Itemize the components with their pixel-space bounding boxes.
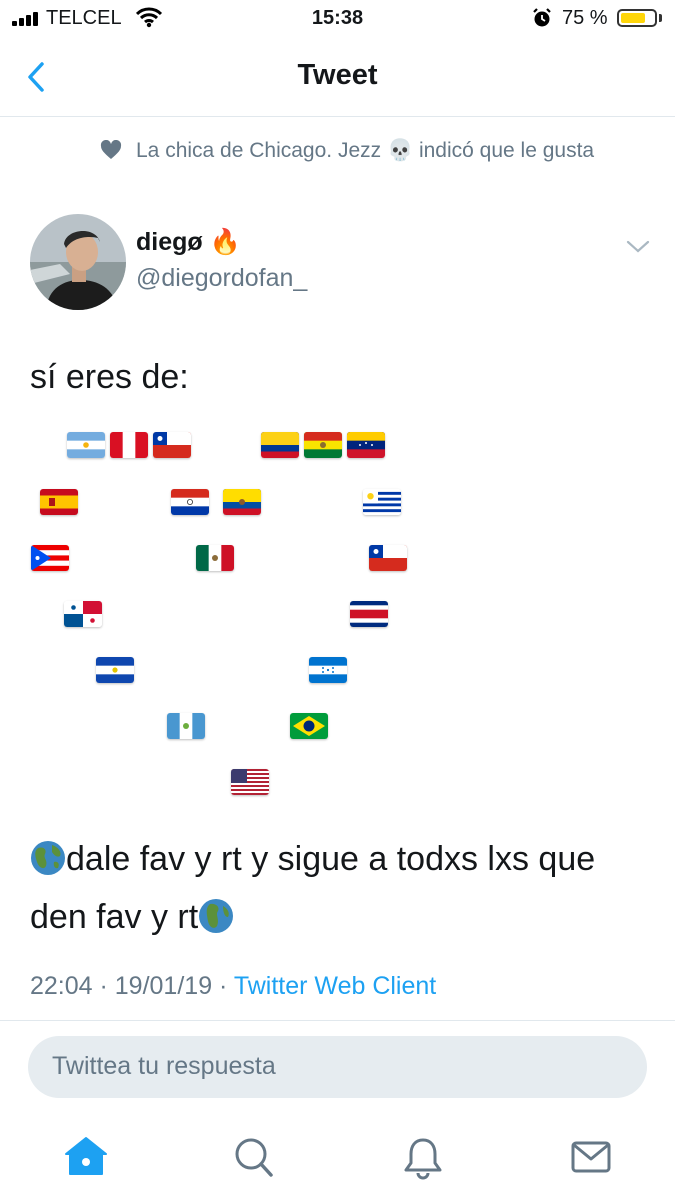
tweet-intro-text: sí eres de: (30, 358, 189, 396)
flag-argentina-icon (67, 432, 105, 458)
messages-icon[interactable] (566, 1132, 616, 1182)
flag-chile-icon (369, 545, 407, 571)
battery-icon (617, 9, 657, 27)
battery-nub (659, 14, 662, 22)
tweet-text-line2: den fav y rt (30, 898, 199, 936)
globe-icon (199, 899, 234, 933)
chevron-down-icon[interactable] (626, 240, 650, 254)
flag-honduras-icon (309, 657, 347, 683)
flag-usa-icon (231, 769, 269, 795)
flag-guatemala-icon (167, 713, 205, 739)
alarm-icon (533, 8, 551, 27)
tweet-text-line1: dale fav y rt y sigue a todxs lxs que (66, 840, 596, 878)
nav-bar: Tweet (0, 40, 675, 117)
author-handle[interactable]: @diegordofan_ (136, 264, 307, 293)
flag-peru-icon (110, 432, 148, 458)
author-name[interactable]: diegø 🔥 (136, 228, 241, 257)
flag-paraguay-icon (171, 489, 209, 515)
flag-puerto-rico-icon (31, 545, 69, 571)
divider (0, 1020, 675, 1021)
flag-el-salvador-icon (96, 657, 134, 683)
flag-venezuela-icon (347, 432, 385, 458)
tweet-source-link[interactable]: Twitter Web Client (234, 972, 436, 1000)
flag-spain-icon (40, 489, 78, 515)
avatar[interactable] (30, 214, 126, 310)
globe-icon (31, 841, 65, 875)
page-title: Tweet (297, 59, 378, 91)
flag-panama-icon (64, 601, 102, 627)
flag-brazil-icon (290, 713, 328, 739)
tweet-timestamp: 22:04 · 19/01/19 · (30, 972, 234, 1000)
flag-mexico-icon (196, 545, 234, 571)
reply-placeholder: Twittea tu respuesta (52, 1052, 276, 1080)
status-bar: TELCEL 15:38 75 % (0, 0, 675, 40)
flag-chile-icon (153, 432, 191, 458)
flag-costa-rica-icon (350, 601, 388, 627)
tweet-meta: 22:04 · 19/01/19 · Twitter Web Client (30, 972, 436, 1001)
search-icon[interactable] (228, 1132, 278, 1182)
flag-uruguay-icon (363, 489, 401, 515)
social-context-text: La chica de Chicago. Jezz 💀 indicó que l… (136, 139, 595, 162)
flag-ecuador-icon (223, 489, 261, 515)
flag-colombia-icon (261, 432, 299, 458)
heart-icon (100, 140, 122, 159)
home-icon[interactable] (61, 1132, 111, 1182)
battery-percent: 75 % (562, 7, 608, 29)
notifications-icon[interactable] (398, 1132, 448, 1182)
flag-bolivia-icon (304, 432, 342, 458)
reply-input[interactable]: Twittea tu respuesta (28, 1036, 647, 1098)
tweet-text: dale fav y rt y sigue a todxs lxs que de… (30, 830, 650, 946)
